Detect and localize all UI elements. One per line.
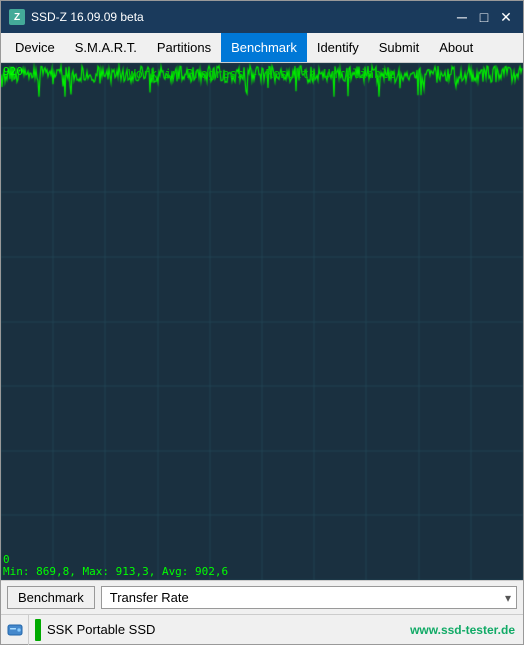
website-label: www.ssd-tester.de xyxy=(410,623,515,637)
content-area: 920 Work in Progress - Results Unreliabl… xyxy=(1,63,523,580)
window-title: SSD-Z 16.09.09 beta xyxy=(31,10,144,24)
menu-item-about[interactable]: About xyxy=(429,33,483,62)
chart-container: 920 Work in Progress - Results Unreliabl… xyxy=(1,63,523,580)
menu-item-smart[interactable]: S.M.A.R.T. xyxy=(65,33,147,62)
menu-item-device[interactable]: Device xyxy=(5,33,65,62)
device-indicator xyxy=(35,619,41,641)
menu-item-benchmark[interactable]: Benchmark xyxy=(221,33,307,62)
status-icon xyxy=(1,615,29,645)
chart-stats: Min: 869,8, Max: 913,3, Avg: 902,6 xyxy=(3,565,228,578)
bottom-controls: Benchmark Transfer RateAccess Time4K Ran… xyxy=(1,580,523,614)
drive-icon xyxy=(6,621,24,639)
benchmark-button[interactable]: Benchmark xyxy=(7,586,95,609)
window-controls: ─ □ ✕ xyxy=(453,8,515,26)
metric-select[interactable]: Transfer RateAccess Time4K Random Read4K… xyxy=(101,586,517,609)
minimize-button[interactable]: ─ xyxy=(453,8,471,26)
close-button[interactable]: ✕ xyxy=(497,8,515,26)
menu-bar: DeviceS.M.A.R.T.PartitionsBenchmarkIdent… xyxy=(1,33,523,63)
benchmark-chart xyxy=(1,63,523,580)
title-bar: Z SSD-Z 16.09.09 beta ─ □ ✕ xyxy=(1,1,523,33)
app-icon: Z xyxy=(9,9,25,25)
menu-item-submit[interactable]: Submit xyxy=(369,33,429,62)
menu-item-identify[interactable]: Identify xyxy=(307,33,369,62)
main-window: Z SSD-Z 16.09.09 beta ─ □ ✕ DeviceS.M.A.… xyxy=(0,0,524,645)
menu-item-partitions[interactable]: Partitions xyxy=(147,33,221,62)
transfer-rate-select-wrapper: Transfer RateAccess Time4K Random Read4K… xyxy=(101,586,517,609)
maximize-button[interactable]: □ xyxy=(475,8,493,26)
device-name: SSK Portable SSD xyxy=(47,622,410,637)
chart-title: Work in Progress - Results Unreliable xyxy=(1,67,523,81)
title-bar-left: Z SSD-Z 16.09.09 beta xyxy=(9,9,144,25)
status-bar: SSK Portable SSD www.ssd-tester.de xyxy=(1,614,523,644)
